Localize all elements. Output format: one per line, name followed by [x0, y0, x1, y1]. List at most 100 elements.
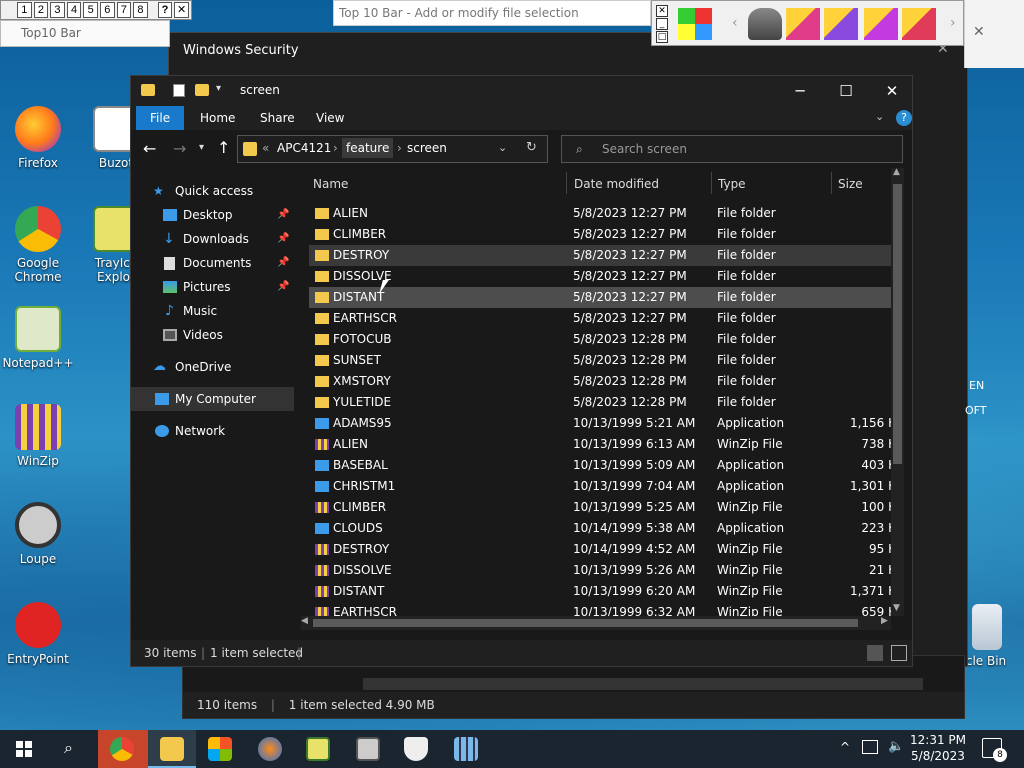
top10-close-button[interactable]: ✕ — [174, 2, 189, 18]
address-overflow[interactable]: « — [262, 141, 269, 155]
tab-view[interactable]: View — [302, 106, 358, 130]
column-divider[interactable] — [711, 172, 712, 194]
taskbar-app-grid[interactable] — [442, 730, 490, 768]
top10-num-2[interactable]: 2 — [33, 2, 49, 18]
horizontal-scroll-thumb[interactable] — [313, 619, 858, 627]
desktop-icon-entrypoint[interactable]: EntryPoint — [0, 602, 76, 666]
table-row[interactable]: FOTOCUB 5/8/2023 12:28 PM File folder — [309, 329, 896, 350]
taskbar-store[interactable] — [196, 730, 244, 768]
top10-help-button[interactable]: ? — [157, 2, 173, 18]
column-name[interactable]: Name — [313, 177, 348, 191]
breadcrumb-feature[interactable]: feature — [342, 138, 394, 158]
tab-share[interactable]: Share — [246, 106, 309, 130]
nav-network[interactable]: Network — [131, 419, 294, 443]
cube-purple-icon[interactable] — [824, 8, 858, 40]
help-icon[interactable]: ? — [896, 110, 912, 126]
top10-dialog-titlebar[interactable]: Top 10 Bar - Add or modify file selectio… — [333, 0, 651, 26]
cube-red-icon[interactable] — [902, 8, 936, 40]
desktop-icon-loupe[interactable]: Loupe — [0, 502, 76, 566]
taskbar-chrome[interactable] — [98, 730, 148, 768]
table-row[interactable]: ALIEN 10/13/1999 6:13 AM WinZip File 738 K — [309, 434, 896, 455]
table-row[interactable]: CHRISTM1 10/13/1999 7:04 AM Application 1,3… — [309, 476, 896, 497]
nav-quick-access[interactable]: ★ Quick access — [131, 179, 294, 203]
search-input[interactable]: ⌕ Search screen — [561, 135, 903, 163]
table-row[interactable]: DESTROY 10/14/1999 4:52 AM WinZip File 95 K — [309, 539, 896, 560]
rubik-cube-icon[interactable] — [678, 8, 712, 40]
pin-icon[interactable]: 📌 — [277, 227, 289, 251]
table-row[interactable]: YULETIDE 5/8/2023 12:28 PM File folder — [309, 392, 896, 413]
network-tray-icon[interactable] — [862, 740, 878, 754]
properties-icon[interactable] — [173, 84, 185, 97]
file-list[interactable]: ^ Name Date modified Type Size ALIEN 5/8/… — [301, 168, 904, 638]
top10-num-7[interactable]: 7 — [116, 2, 132, 18]
recent-chevron-icon[interactable]: ▾ — [199, 142, 204, 153]
up-arrow-icon[interactable]: ↑ — [217, 138, 230, 157]
column-date-modified[interactable]: Date modified — [574, 177, 659, 191]
horizontal-scrollbar[interactable]: ◀ ▶ — [301, 616, 891, 630]
column-divider[interactable] — [566, 172, 567, 194]
vertical-scrollbar[interactable]: ▲ ▼ — [891, 168, 904, 616]
table-row[interactable]: DISTANT 10/13/1999 6:20 AM WinZip File 1,37… — [309, 581, 896, 602]
pin-icon[interactable]: 📌 — [277, 275, 289, 299]
table-row[interactable]: ADAMS95 10/13/1999 5:21 AM Application 1,15… — [309, 413, 896, 434]
maximize-button[interactable]: ☐ — [823, 76, 869, 106]
top10-num-3[interactable]: 3 — [50, 2, 65, 18]
toolbar-minimize-icon[interactable]: _ — [656, 18, 668, 30]
table-row[interactable]: XMSTORY 5/8/2023 12:28 PM File folder — [309, 371, 896, 392]
tab-file[interactable]: File — [136, 106, 185, 130]
right-window-close-icon[interactable]: ✕ — [973, 24, 985, 40]
taskbar-app-blue[interactable] — [246, 730, 294, 768]
table-row[interactable]: EARTHSCR 5/8/2023 12:27 PM File folder — [309, 308, 896, 329]
column-divider[interactable] — [831, 172, 832, 194]
desktop-icon-winzip[interactable]: WinZip — [0, 404, 76, 468]
column-type[interactable]: Type — [718, 177, 746, 191]
desktop-icon-notepadpp[interactable]: Notepad++ — [0, 306, 76, 370]
refresh-icon[interactable]: ↻ — [526, 140, 537, 155]
table-row[interactable]: CLIMBER 10/13/1999 5:25 AM WinZip File 100 … — [309, 497, 896, 518]
top10-num-8[interactable]: 8 — [133, 2, 148, 18]
cube-pink-icon[interactable] — [786, 8, 820, 40]
start-button[interactable] — [0, 730, 48, 768]
nav-onedrive[interactable]: ☁ OneDrive — [131, 355, 294, 379]
explorer-window[interactable]: ▾ screen ─ ☐ ✕ File Home Share View ⌄ ? … — [130, 75, 913, 667]
table-row[interactable]: ALIEN 5/8/2023 12:27 PM File folder — [309, 203, 896, 224]
cube-magenta-icon[interactable] — [864, 8, 898, 40]
scroll-down-icon[interactable]: ▼ — [893, 603, 900, 613]
bg-horizontal-scrollbar[interactable] — [363, 678, 923, 690]
desktop-icon-firefox[interactable]: Firefox — [0, 106, 76, 170]
new-folder-icon[interactable] — [195, 84, 209, 96]
taskbar-app-chart[interactable] — [294, 730, 342, 768]
scroll-left-icon[interactable]: ◀ — [301, 616, 308, 626]
ribbon-expand-icon[interactable]: ⌄ — [875, 110, 884, 123]
back-arrow-icon[interactable]: ← — [143, 139, 156, 158]
nav-videos[interactable]: Videos — [131, 323, 294, 347]
table-row[interactable]: BASEBAL 10/13/1999 5:09 AM Application 403 … — [309, 455, 896, 476]
top10-num-6[interactable]: 6 — [99, 2, 115, 18]
top10-num-4[interactable]: 4 — [66, 2, 82, 18]
figure-icon[interactable] — [748, 8, 782, 40]
explorer-titlebar[interactable]: ▾ screen ─ ☐ ✕ — [131, 76, 912, 106]
nav-downloads[interactable]: ↓ Downloads 📌 — [131, 227, 294, 251]
notification-center-button[interactable]: 8 — [982, 738, 1007, 762]
scroll-right-icon[interactable]: ▶ — [881, 616, 888, 626]
address-dropdown-icon[interactable]: ⌄ — [498, 141, 507, 154]
pin-icon[interactable]: 📌 — [277, 251, 289, 275]
large-icons-view-icon[interactable] — [891, 645, 907, 661]
forward-arrow-icon[interactable]: → — [173, 139, 186, 158]
right-partial-window[interactable]: ✕ — [964, 0, 1024, 68]
top10-number-bar[interactable]: 1 2 3 4 5 6 7 8 ? ✕ — [0, 0, 192, 20]
nav-my-computer[interactable]: My Computer — [131, 387, 294, 411]
ribbon-tabs[interactable]: File Home Share View ⌄ ? — [131, 106, 912, 130]
table-row[interactable]: SUNSET 5/8/2023 12:28 PM File folder — [309, 350, 896, 371]
chevron-left-icon[interactable]: ‹ — [732, 15, 738, 31]
address-bar[interactable]: « APC4121 › feature › screen ⌄ ↻ — [237, 135, 548, 163]
table-row[interactable]: DESTROY 5/8/2023 12:27 PM File folder — [309, 245, 896, 266]
toolbar-close-icon[interactable]: ✕ — [656, 5, 668, 17]
pin-icon[interactable]: 📌 — [277, 203, 289, 227]
table-row[interactable]: DISSOLVE 10/13/1999 5:26 AM WinZip File 21 … — [309, 560, 896, 581]
top10-num-5[interactable]: 5 — [83, 2, 98, 18]
taskbar-app-doc[interactable] — [344, 730, 392, 768]
scroll-up-icon[interactable]: ▲ — [893, 168, 900, 177]
chevron-right-icon[interactable]: › — [950, 15, 956, 31]
search-button[interactable]: ⌕ — [48, 730, 96, 768]
